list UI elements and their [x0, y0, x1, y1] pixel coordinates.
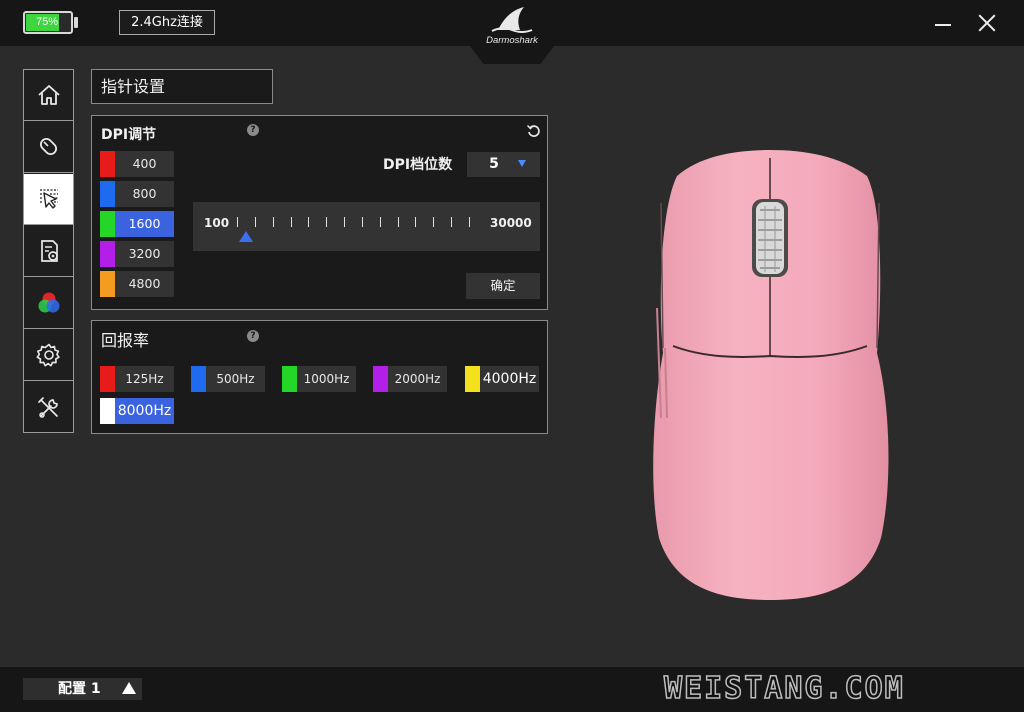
slider-tick: [379, 217, 381, 227]
dpi-level-value: 4800: [128, 276, 161, 291]
dpi-level-color: [100, 181, 115, 207]
page-title: 指针设置: [91, 69, 273, 104]
slider-tick: [469, 217, 470, 227]
sidebar-item-mouse[interactable]: [24, 122, 73, 173]
sidebar: [23, 69, 74, 433]
slider-tick: [326, 217, 328, 227]
dpi-level-color: [100, 271, 115, 297]
rate-option-value: 1000Hz: [303, 372, 350, 386]
rate-option-500[interactable]: 500Hz: [191, 366, 265, 392]
battery-indicator: 75%: [23, 11, 73, 34]
rate-option-value: 125Hz: [125, 372, 164, 386]
slider-tick: [415, 217, 417, 227]
dpi-level-3[interactable]: 1600: [100, 211, 174, 237]
slider-min-label: 100: [204, 216, 230, 230]
sidebar-item-home[interactable]: [24, 70, 73, 121]
slider-tick: [344, 217, 346, 227]
slider-tick: [308, 217, 310, 227]
dpi-count-label: DPI档位数: [383, 157, 453, 173]
rate-option-color: [465, 366, 480, 392]
slider-max-label: 30000: [490, 216, 532, 230]
brand-logo: Darmoshark: [470, 0, 554, 64]
profile-label: 配置 1: [58, 681, 101, 697]
rate-option-color: [191, 366, 206, 392]
mouse-image: [653, 150, 889, 600]
minimize-button[interactable]: [932, 10, 954, 34]
confirm-button[interactable]: 确定: [466, 273, 540, 299]
rate-option-1000[interactable]: 1000Hz: [282, 366, 356, 392]
slider-tick: [397, 217, 399, 227]
shark-fin-icon: [491, 7, 533, 33]
close-button[interactable]: [974, 10, 1000, 36]
dpi-level-value: 3200: [128, 246, 161, 261]
macro-document-icon: [40, 240, 58, 262]
rate-option-4000[interactable]: 4000Hz: [465, 366, 539, 392]
bottom-bar: 配置 1 WEISTANG.COM: [0, 667, 1024, 712]
slider-tick: [272, 217, 274, 227]
gear-icon: [36, 343, 60, 367]
chevron-down-icon: [518, 160, 526, 167]
dpi-level-5[interactable]: 4800: [100, 271, 174, 297]
slider-tick: [451, 217, 453, 227]
mouse-icon: [39, 137, 57, 156]
dpi-level-color: [100, 241, 115, 267]
report-rate-help-icon[interactable]: ?: [247, 330, 259, 342]
slider-tick: [290, 217, 292, 227]
dpi-level-1[interactable]: 400: [100, 151, 174, 177]
dpi-level-color: [100, 151, 115, 177]
profile-selector[interactable]: 配置 1: [23, 678, 142, 700]
slider-tick: [361, 217, 363, 227]
brand-name: Darmoshark: [486, 35, 538, 46]
chevron-up-icon: [122, 682, 136, 694]
tools-icon: [37, 396, 58, 418]
dpi-level-4[interactable]: 3200: [100, 241, 174, 267]
dpi-slider[interactable]: 100 30000: [193, 202, 540, 251]
slider-thumb[interactable]: [238, 231, 253, 242]
dpi-section-title: DPI调节: [101, 127, 157, 143]
rgb-lighting-icon: [38, 292, 59, 313]
sidebar-item-pointer-settings[interactable]: [24, 174, 73, 225]
rate-option-125[interactable]: 125Hz: [100, 366, 174, 392]
report-rate-title: 回报率: [101, 331, 150, 350]
report-rate-panel: 回报率 ? 125Hz 500Hz 1000Hz 2000Hz 4000Hz 8…: [91, 320, 548, 434]
dpi-level-color: [100, 211, 115, 237]
dpi-count-value: 5: [489, 156, 499, 172]
home-icon: [37, 85, 60, 105]
pointer-settings-icon: [39, 189, 58, 209]
rate-option-8000[interactable]: 8000Hz: [100, 398, 174, 424]
dpi-panel: DPI调节 ? 400 800 1600 3200 4800 DPI档位数 5 …: [91, 115, 548, 310]
dpi-level-value: 400: [132, 156, 157, 171]
slider-tick: [254, 217, 256, 227]
dpi-count-dropdown[interactable]: 5: [467, 152, 540, 177]
slider-tick: [433, 217, 435, 227]
title-bar: 75% 2.4Ghz连接 Darmoshark: [0, 0, 1024, 64]
reset-icon[interactable]: [526, 123, 542, 139]
sidebar-item-settings[interactable]: [24, 330, 73, 381]
rate-option-value: 2000Hz: [394, 372, 441, 386]
dpi-level-value: 800: [132, 186, 157, 201]
rate-option-value: 8000Hz: [115, 398, 174, 424]
battery-percentage: 75%: [35, 16, 59, 28]
rate-option-2000[interactable]: 2000Hz: [373, 366, 447, 392]
dpi-level-value: 1600: [115, 211, 174, 237]
rate-option-color: [373, 366, 388, 392]
dpi-help-icon[interactable]: ?: [247, 124, 259, 136]
rate-option-color: [282, 366, 297, 392]
scroll-wheel: [756, 202, 784, 274]
sidebar-item-macro[interactable]: [24, 226, 73, 277]
connection-status: 2.4Ghz连接: [119, 10, 215, 35]
rate-option-color: [100, 366, 115, 392]
watermark: WEISTANG.COM: [663, 670, 905, 707]
slider-tick: [237, 217, 238, 227]
rate-option-value: 4000Hz: [482, 371, 537, 387]
sidebar-item-tools[interactable]: [24, 382, 73, 433]
rate-option-value: 500Hz: [216, 372, 255, 386]
rate-option-color: [100, 398, 115, 424]
sidebar-item-lighting[interactable]: [24, 278, 73, 329]
battery-cap: [74, 17, 78, 28]
dpi-level-2[interactable]: 800: [100, 181, 174, 207]
